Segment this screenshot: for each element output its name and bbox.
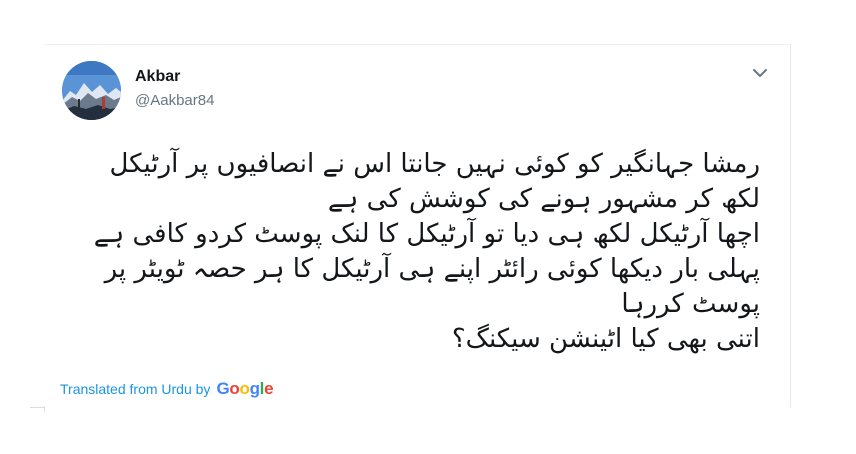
card-divider-stub — [30, 407, 44, 408]
page: Akbar @Aakbar84 رمشا جہانگیر کو کوئی نہی… — [0, 0, 856, 454]
google-logo-letter: o — [229, 379, 240, 398]
translation-label[interactable]: Translated from Urdu by — [60, 381, 210, 397]
google-logo: Google — [216, 379, 273, 399]
author-handle[interactable]: @Aakbar84 — [135, 92, 214, 109]
tweet-text: رمشا جہانگیر کو کوئی نہیں جانتا اس نے ان… — [72, 147, 760, 357]
card-divider — [44, 406, 45, 412]
google-logo-letter: G — [216, 379, 230, 398]
avatar[interactable] — [62, 61, 121, 120]
translation-attribution[interactable]: Translated from Urdu by Google — [60, 379, 274, 399]
google-logo-letter: g — [249, 379, 260, 398]
avatar-image — [62, 61, 121, 120]
chevron-down-icon[interactable] — [751, 66, 769, 80]
tweet-text-line: اتنی بھی کیا اٹینشن سیکنگ؟ — [451, 324, 760, 354]
author-name[interactable]: Akbar — [135, 68, 180, 86]
google-logo-letter: o — [239, 379, 250, 398]
tweet-text-line: اچھا آرٹیکل لکھ ہی دیا تو آرٹیکل کا لنک … — [93, 219, 760, 249]
tweet-text-line: پہلی بار دیکھا کوئی رائٹر اپنے ہی آرٹیکل… — [104, 254, 760, 284]
google-logo-letter: e — [264, 379, 274, 398]
tweet-text-line: پوسٹ کررہا — [621, 289, 760, 319]
tweet-text-line: لکھ کر مشہور ہونے کی کوشش کی ہے — [327, 184, 760, 214]
tweet-text-line: رمشا جہانگیر کو کوئی نہیں جانتا اس نے ان… — [109, 149, 760, 179]
